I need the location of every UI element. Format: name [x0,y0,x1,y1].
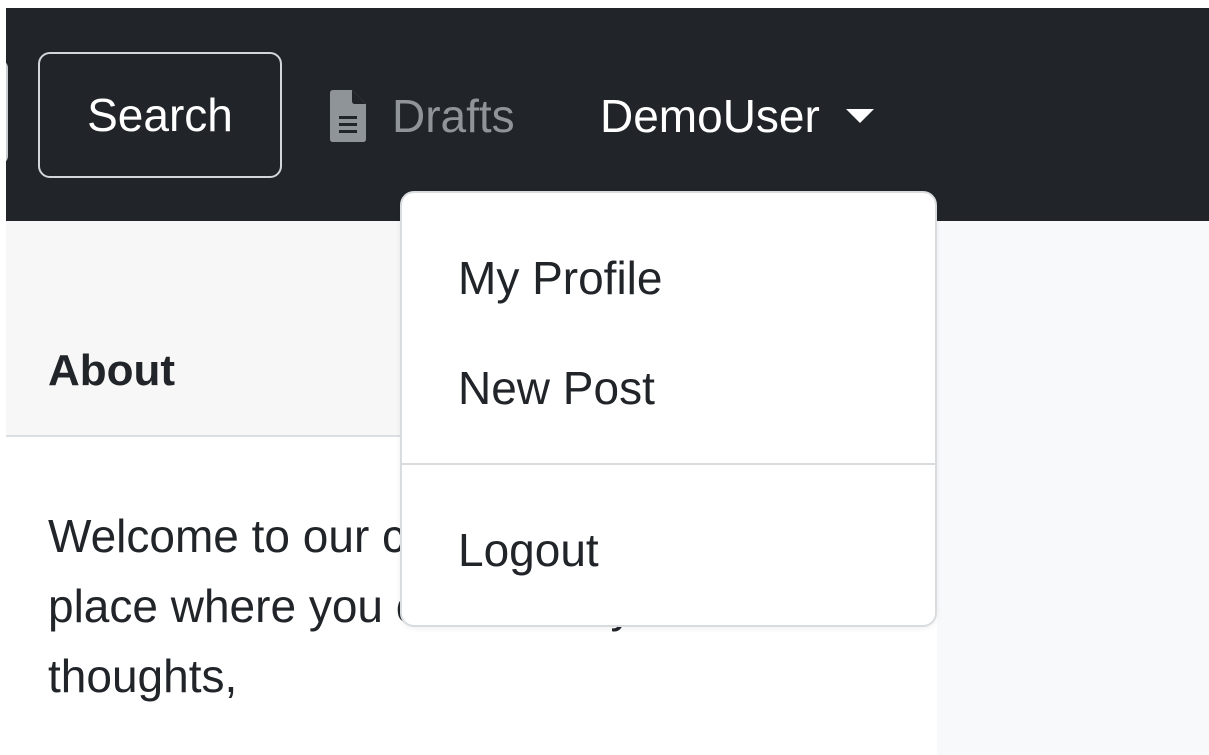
drafts-label: Drafts [392,90,515,142]
file-text-icon [330,90,366,142]
user-name-label: DemoUser [600,90,820,142]
menu-item-logout[interactable]: Logout [458,523,599,577]
left-edge [0,0,6,755]
top-strip [0,0,1209,8]
page: Search Drafts DemoUser About Welcome to … [0,0,1209,755]
menu-item-my-profile[interactable]: My Profile [458,251,662,305]
user-dropdown-menu: My Profile New Post Logout [400,191,937,627]
search-button[interactable]: Search [38,52,282,178]
dropdown-divider [402,463,935,465]
caret-down-icon [845,109,874,123]
user-menu-toggle[interactable]: DemoUser [600,82,874,150]
search-button-label: Search [87,89,233,141]
menu-item-new-post[interactable]: New Post [458,361,655,415]
about-card-title: About [48,346,176,395]
drafts-link[interactable]: Drafts [330,82,515,150]
